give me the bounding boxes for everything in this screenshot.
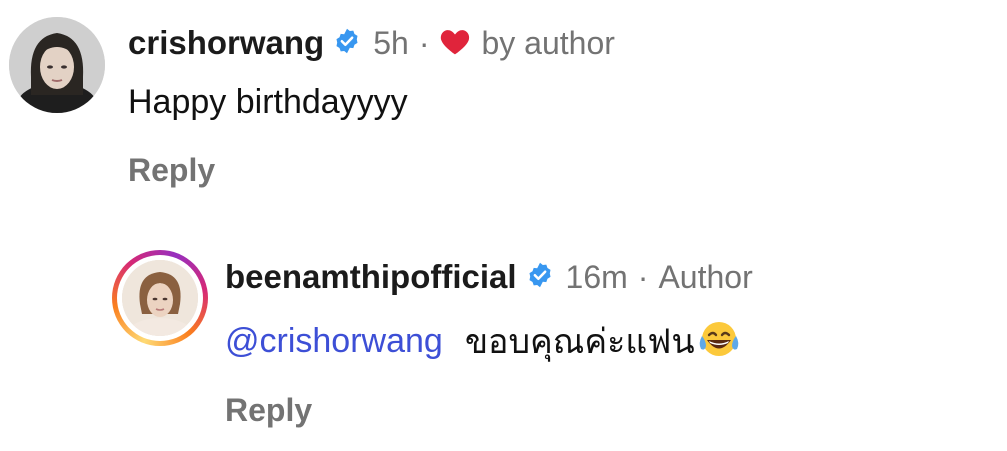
avatar-photo [122, 260, 198, 336]
verified-badge-icon [333, 27, 361, 60]
comment-body: Happy birthdayyyy [128, 80, 408, 124]
reply-actions: Reply [225, 390, 312, 430]
comment-time[interactable]: 5h [373, 25, 409, 62]
reply-text: ขอบคุณค่ะแฟน [464, 323, 695, 361]
laughing-emoji-icon [697, 319, 741, 364]
comment-actions: Reply [128, 150, 215, 190]
comment-text: Happy birthdayyyy [128, 82, 408, 121]
avatar-crishorwang[interactable] [9, 17, 105, 113]
mention-link[interactable]: @crishorwang [225, 322, 443, 361]
avatar-photo [9, 17, 105, 113]
avatar-beenamthipofficial[interactable] [112, 250, 208, 346]
reply-button[interactable]: Reply [225, 392, 312, 429]
comment-header: crishorwang 5h · by author [128, 23, 615, 63]
reply-time[interactable]: 16m [566, 259, 628, 296]
reply-button[interactable]: Reply [128, 152, 215, 189]
reply-header: beenamthipofficial 16m · Author [225, 257, 753, 297]
username-beenamthipofficial[interactable]: beenamthipofficial [225, 258, 517, 296]
verified-badge-icon [526, 261, 554, 294]
heart-icon [439, 26, 471, 61]
reply-body: @crishorwang ขอบคุณค่ะแฟน [225, 318, 741, 364]
author-label: Author [658, 258, 753, 295]
liked-by-author-label: by author [481, 24, 615, 61]
meta-separator: · [418, 24, 430, 61]
username-crishorwang[interactable]: crishorwang [128, 24, 324, 62]
meta-separator: · [637, 258, 649, 295]
